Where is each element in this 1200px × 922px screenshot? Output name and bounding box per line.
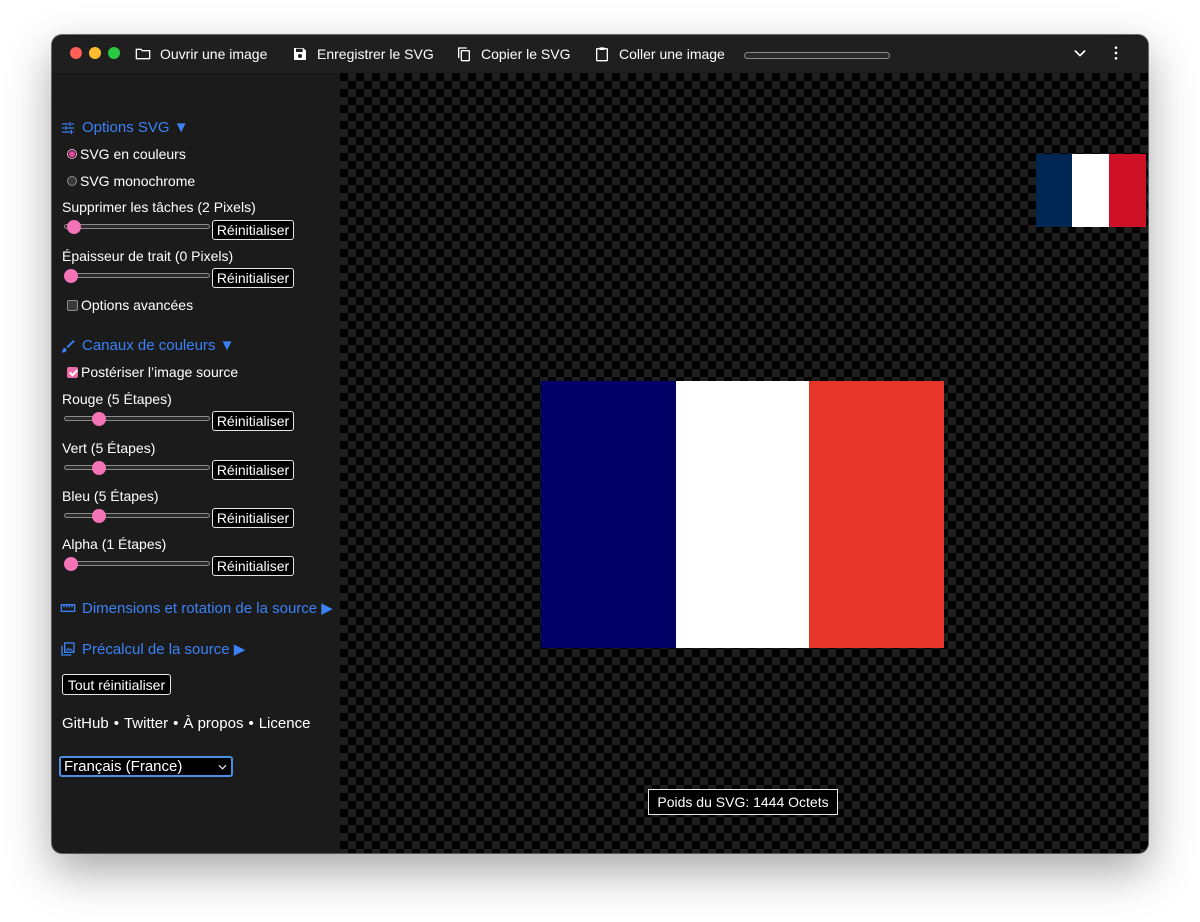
alpha-steps-slider[interactable] [64, 557, 210, 571]
color-channels-header[interactable]: Canaux de couleurs ▼ [60, 337, 234, 354]
posterize-label: Postériser l’image source [81, 364, 239, 380]
copy-svg-button[interactable]: Copier le SVG [456, 44, 570, 64]
reset-blue-button[interactable]: Réinitialiser [212, 508, 294, 528]
color-svg-radio[interactable]: SVG en couleurs [62, 146, 186, 162]
sidebar: Options SVG ▼ SVG en couleurs SVG monoch… [52, 73, 340, 853]
resize-rotate-header[interactable]: Dimensions et rotation de la source ▶ [60, 599, 333, 617]
checkbox-unchecked[interactable] [67, 299, 78, 311]
slider-thumb[interactable] [92, 509, 106, 523]
source-thumbnail[interactable] [1036, 154, 1146, 227]
green-steps-slider[interactable] [64, 461, 210, 475]
tune-icon [62, 121, 74, 134]
github-link[interactable]: GitHub [62, 715, 109, 732]
twitter-link[interactable]: Twitter [124, 715, 168, 732]
red-steps-label: Rouge (5 Étapes) [62, 391, 172, 407]
advanced-options-label: Options avancées [81, 297, 194, 313]
advanced-options-checkbox[interactable]: Options avancées [62, 297, 193, 313]
slider-thumb[interactable] [64, 557, 78, 571]
alpha-steps-label: Alpha (1 Étapes) [62, 536, 167, 552]
slider-thumb[interactable] [67, 220, 81, 234]
reset-speckles-button[interactable]: Réinitialiser [212, 220, 294, 240]
resize-rotate-title: Dimensions et rotation de la source ▶ [82, 600, 333, 617]
reset-green-button[interactable]: Réinitialiser [212, 460, 294, 480]
svg-preview-image [541, 381, 944, 648]
paste-image-button[interactable]: Coller une image [594, 44, 725, 64]
copy-svg-label: Copier le SVG [481, 46, 571, 62]
svg-options-header[interactable]: Options SVG ▼ [60, 119, 189, 136]
preview-canvas: Poids du SVG: 1444 Octets [340, 73, 1148, 853]
image-stack-icon [61, 642, 75, 656]
save-svg-button[interactable]: Enregistrer le SVG [292, 44, 434, 64]
checkbox-checked[interactable] [67, 366, 78, 378]
mono-svg-radio[interactable]: SVG monochrome [62, 173, 195, 189]
footer-links: GitHub • Twitter • À propos • Licence [62, 715, 310, 732]
minimize-window-button[interactable] [89, 47, 101, 59]
blue-steps-slider[interactable] [64, 509, 210, 523]
flag-band-blue [541, 381, 676, 648]
close-window-button[interactable] [70, 47, 82, 59]
blue-steps-label: Bleu (5 Étapes) [62, 488, 159, 504]
brush-icon [61, 339, 75, 352]
open-image-button[interactable]: Ouvrir une image [135, 44, 267, 64]
save-icon [294, 48, 306, 60]
stroke-width-slider[interactable] [64, 269, 210, 283]
flag-band-white [1072, 154, 1109, 227]
language-value: Français (France) [64, 758, 183, 775]
preprocess-header[interactable]: Précalcul de la source ▶ [60, 640, 245, 658]
link-separator: • [113, 715, 119, 732]
zoom-window-button[interactable] [108, 47, 120, 59]
reset-stroke-button[interactable]: Réinitialiser [212, 268, 294, 288]
radio-unchecked[interactable] [67, 176, 77, 186]
color-channels-title: Canaux de couleurs ▼ [82, 337, 235, 354]
toolbar: Ouvrir une image Enregistrer le SVG Copi… [52, 35, 1148, 73]
svg-weight-badge: Poids du SVG: 1444 Octets [648, 789, 838, 815]
stroke-width-label: Épaisseur de trait (0 Pixels) [62, 248, 234, 264]
speckles-label: Supprimer les tâches (2 Pixels) [62, 199, 256, 215]
clipboard-icon [596, 47, 608, 62]
slider-thumb[interactable] [64, 269, 78, 283]
paste-image-label: Coller une image [619, 46, 725, 62]
ruler-icon [60, 604, 76, 612]
speckles-slider[interactable] [64, 220, 210, 234]
green-steps-label: Vert (5 Étapes) [62, 440, 156, 456]
radio-checked[interactable] [67, 149, 77, 159]
color-svg-label: SVG en couleurs [80, 146, 186, 162]
slider-thumb[interactable] [92, 461, 106, 475]
reset-all-button[interactable]: Tout réinitialiser [62, 674, 171, 695]
flag-band-blue [1036, 154, 1072, 227]
progress-bar [744, 52, 890, 59]
folder-icon [135, 48, 151, 60]
more-menu-icon[interactable] [1108, 45, 1124, 61]
flag-band-red [1109, 154, 1146, 227]
slider-thumb[interactable] [92, 412, 106, 426]
language-select[interactable]: Français (France) [59, 756, 233, 777]
open-image-label: Ouvrir une image [160, 46, 268, 62]
about-link[interactable]: À propos [183, 715, 243, 732]
mono-svg-label: SVG monochrome [80, 173, 196, 189]
license-link[interactable]: Licence [259, 715, 311, 732]
reset-red-button[interactable]: Réinitialiser [212, 411, 294, 431]
preprocess-title: Précalcul de la source ▶ [82, 641, 246, 658]
copy-icon [458, 47, 470, 62]
chevron-down-icon [218, 764, 227, 770]
link-separator: • [173, 715, 179, 732]
red-steps-slider[interactable] [64, 412, 210, 426]
flag-band-red [809, 381, 944, 648]
link-separator: • [248, 715, 254, 732]
flag-band-white [676, 381, 809, 648]
reset-alpha-button[interactable]: Réinitialiser [212, 556, 294, 576]
svg-options-title: Options SVG ▼ [82, 119, 189, 136]
save-svg-label: Enregistrer le SVG [317, 46, 434, 62]
posterize-checkbox[interactable]: Postériser l’image source [62, 364, 238, 380]
chevron-down-icon[interactable] [1072, 45, 1088, 61]
app-window: Ouvrir une image Enregistrer le SVG Copi… [52, 35, 1148, 853]
